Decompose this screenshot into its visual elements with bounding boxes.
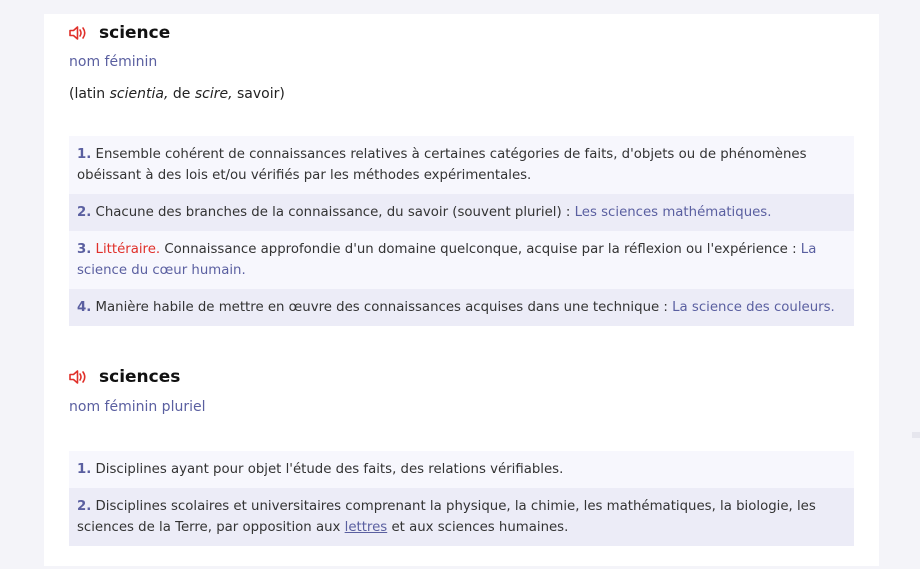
entry-header-science: science [69,23,170,43]
definition-text: Manière habile de mettre en œuvre des co… [91,300,673,315]
domain-label: Littéraire. [91,242,161,257]
definition-example: La science des couleurs. [672,300,835,315]
etymology-prefix: (latin [69,86,110,102]
definition-item: 2. Disciplines scolaires et universitair… [69,488,854,546]
definition-item: 2. Chacune des branches de la connaissan… [69,194,854,231]
lettres-link[interactable]: lettres [345,520,388,535]
etymology-suffix: savoir) [232,86,285,102]
definitions-list: 1. Ensemble cohérent de connaissances re… [69,136,854,326]
definition-item: 4. Manière habile de mettre en œuvre des… [69,289,854,326]
definition-number: 4. [77,300,92,315]
headword: sciences [99,367,181,387]
entry-header-sciences: sciences [69,367,180,387]
definition-number: 1. [77,462,92,477]
definition-text: et aux sciences humaines. [387,520,569,535]
definition-item: 1. Disciplines ayant pour objet l'étude … [69,451,854,488]
headword: science [99,23,171,43]
part-of-speech: nom féminin pluriel [69,399,206,415]
definition-text: Disciplines ayant pour objet l'étude des… [91,462,564,477]
definition-text: Chacune des branches de la connaissance,… [91,205,575,220]
definition-item: 3. Littéraire. Connaissance approfondie … [69,231,854,289]
speaker-icon[interactable] [69,25,89,41]
etymology-text: de [168,86,195,102]
definition-number: 3. [77,242,92,257]
definition-item: 1. Ensemble cohérent de connaissances re… [69,136,854,194]
definition-text: Connaissance approfondie d'un domaine qu… [160,242,801,257]
definition-number: 2. [77,499,92,514]
definition-example: Les sciences mathématiques. [574,205,772,220]
etymology-word: scire, [194,86,233,102]
definition-text: Ensemble cohérent de connaissances relat… [77,147,807,183]
definitions-list: 1. Disciplines ayant pour objet l'étude … [69,451,854,546]
definition-number: 2. [77,205,92,220]
dictionary-card: science nom féminin (latin scientia, de … [44,14,879,566]
scroll-edge [912,432,920,438]
etymology: (latin scientia, de scire, savoir) [69,86,285,102]
part-of-speech: nom féminin [69,54,158,70]
etymology-word: scientia, [109,86,169,102]
definition-number: 1. [77,147,92,162]
speaker-icon[interactable] [69,369,89,385]
